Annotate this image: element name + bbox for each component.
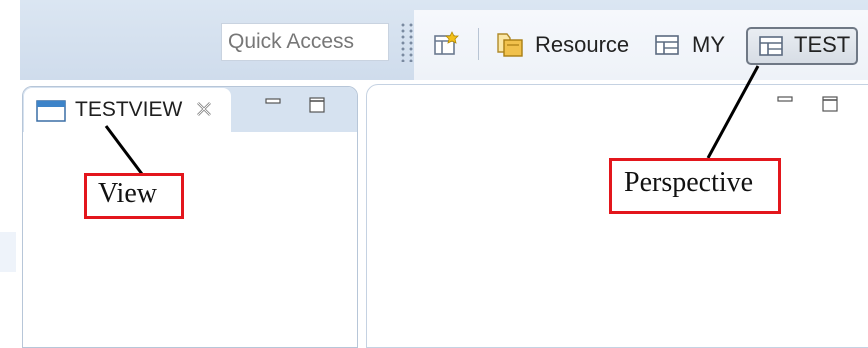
perspective-my-label[interactable]: MY (692, 30, 725, 60)
editor-minimize-icon[interactable] (777, 96, 793, 108)
minimize-icon[interactable] (265, 98, 281, 110)
editor-maximize-icon[interactable] (822, 96, 838, 112)
toolbar-grip-icon[interactable] (400, 22, 406, 62)
view-tab-label[interactable]: TESTVIEW (75, 96, 182, 124)
perspective-test-label[interactable]: TEST (794, 30, 850, 60)
quick-access-input[interactable]: Quick Access (221, 23, 389, 61)
window-left-strip-shade (0, 232, 16, 272)
toolbar-grip-icon-2[interactable] (408, 22, 414, 62)
toolbar-separator (478, 28, 479, 60)
perspective-resource-label[interactable]: Resource (535, 30, 629, 60)
resource-perspective-icon[interactable] (495, 30, 525, 60)
perspective-icon[interactable] (758, 34, 784, 58)
perspective-icon[interactable] (654, 33, 680, 57)
close-icon[interactable] (195, 100, 213, 118)
view-icon (36, 100, 66, 122)
perspective-annotation: Perspective (609, 158, 781, 214)
view-annotation: View (84, 173, 184, 219)
maximize-icon[interactable] (309, 97, 325, 113)
window-left-strip (0, 0, 20, 336)
editor-area (366, 84, 868, 348)
open-perspective-icon[interactable] (432, 30, 460, 58)
